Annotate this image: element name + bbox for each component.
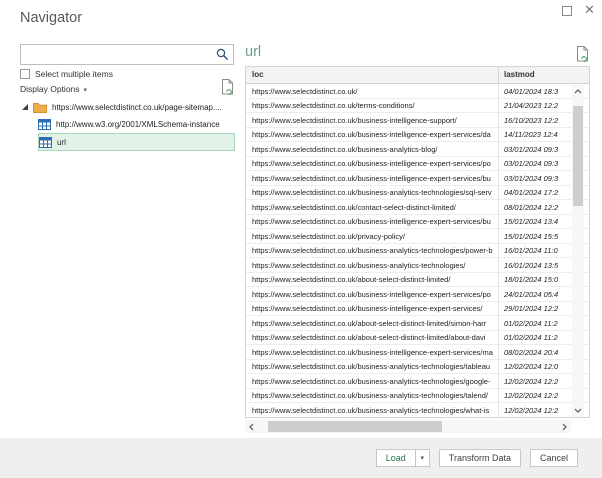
table-row: https://www.selectdistinct.co.uk/busines… (246, 374, 589, 389)
preview-title: url (245, 44, 262, 60)
search-icon[interactable] (216, 48, 229, 61)
loc-cell: https://www.selectdistinct.co.uk/busines… (246, 171, 499, 185)
loc-cell: https://www.selectdistinct.co.uk/busines… (246, 258, 499, 272)
checkbox-icon[interactable] (20, 69, 30, 79)
maximize-button[interactable] (562, 6, 572, 16)
loc-cell: https://www.selectdistinct.co.uk/contact… (246, 200, 499, 214)
loc-cell: https://www.selectdistinct.co.uk/busines… (246, 243, 499, 257)
table-row: https://www.selectdistinct.co.uk/about-s… (246, 330, 589, 345)
table-header-row: loc lastmod (246, 67, 589, 84)
refresh-icon[interactable] (221, 79, 234, 95)
table-row: https://www.selectdistinct.co.uk/busines… (246, 403, 589, 417)
cancel-button[interactable]: Cancel (529, 449, 578, 467)
vertical-scrollbar[interactable] (572, 85, 584, 417)
scroll-right-icon[interactable] (558, 420, 571, 433)
loc-cell: https://www.selectdistinct.co.uk/busines… (246, 403, 499, 417)
horizontal-scroll-thumb[interactable] (268, 421, 442, 432)
loc-cell: https://www.selectdistinct.co.uk/about-s… (246, 272, 499, 286)
load-dropdown-button[interactable]: ▾ (414, 449, 430, 467)
loc-cell: https://www.selectdistinct.co.uk/privacy… (246, 229, 499, 243)
horizontal-scrollbar[interactable] (245, 420, 571, 433)
tree-item-label: https://www.selectdistinct.co.uk/page-si… (52, 103, 222, 112)
table-row: https://www.selectdistinct.co.uk/busines… (246, 287, 589, 302)
scroll-left-icon[interactable] (245, 420, 258, 433)
loc-cell: https://www.selectdistinct.co.uk/busines… (246, 287, 499, 301)
table-row: https://www.selectdistinct.co.uk/busines… (246, 171, 589, 186)
tree-item-label: http://www.w3.org/2001/XMLSchema-instanc… (56, 120, 220, 129)
scroll-up-icon[interactable] (572, 85, 584, 98)
tree-item-url[interactable]: url (38, 133, 235, 151)
navigation-tree: https://www.selectdistinct.co.uk/page-si… (20, 99, 235, 151)
tree-item-sitemap[interactable]: https://www.selectdistinct.co.uk/page-si… (20, 99, 235, 116)
tree-expand-icon[interactable] (22, 103, 28, 110)
table-row: https://www.selectdistinct.co.uk/busines… (246, 359, 589, 374)
loc-cell: https://www.selectdistinct.co.uk/busines… (246, 345, 499, 359)
table-row: https://www.selectdistinct.co.uk/about-s… (246, 272, 589, 287)
search-box (20, 44, 234, 65)
loc-cell: https://www.selectdistinct.co.uk/busines… (246, 359, 499, 373)
refresh-icon[interactable] (576, 46, 589, 62)
loc-cell: https://www.selectdistinct.co.uk/busines… (246, 113, 499, 127)
loc-cell: https://www.selectdistinct.co.uk/busines… (246, 156, 499, 170)
table-icon (39, 136, 52, 148)
tree-item-xmlschema[interactable]: http://www.w3.org/2001/XMLSchema-instanc… (38, 116, 235, 133)
loc-cell: https://www.selectdistinct.co.uk/busines… (246, 374, 499, 388)
folder-icon (33, 103, 47, 113)
navigator-dialog: ✕ Navigator Select multiple items Displa… (0, 0, 602, 478)
page-title: Navigator (20, 10, 83, 26)
load-button[interactable]: Load (375, 449, 416, 467)
display-options-dropdown[interactable]: Display Options ▾ (20, 84, 87, 94)
table-row: https://www.selectdistinct.co.uk/about-s… (246, 316, 589, 331)
table-row: https://www.selectdistinct.co.uk/busines… (246, 345, 589, 360)
loc-cell: https://www.selectdistinct.co.uk/busines… (246, 185, 499, 199)
select-multiple-checkbox-row[interactable]: Select multiple items (20, 69, 113, 79)
dialog-footer: Load ▾ Transform Data Cancel (0, 438, 602, 478)
table-row: https://www.selectdistinct.co.uk/busines… (246, 214, 589, 229)
select-multiple-label: Select multiple items (35, 69, 113, 79)
table-row: https://www.selectdistinct.co.uk/privacy… (246, 229, 589, 244)
loc-cell: https://www.selectdistinct.co.uk/busines… (246, 301, 499, 315)
loc-cell: https://www.selectdistinct.co.uk/about-s… (246, 316, 499, 330)
table-row: https://www.selectdistinct.co.uk/busines… (246, 258, 589, 273)
loc-cell: https://www.selectdistinct.co.uk/ (246, 84, 499, 98)
tree-item-label: url (57, 137, 66, 147)
loc-cell: https://www.selectdistinct.co.uk/busines… (246, 388, 499, 402)
scroll-down-icon[interactable] (572, 404, 584, 417)
table-row: https://www.selectdistinct.co.uk/busines… (246, 243, 589, 258)
search-input[interactable] (24, 46, 214, 63)
table-row: https://www.selectdistinct.co.uk/04/01/2… (246, 84, 589, 99)
loc-cell: https://www.selectdistinct.co.uk/busines… (246, 127, 499, 141)
table-row: https://www.selectdistinct.co.uk/busines… (246, 185, 589, 200)
table-row: https://www.selectdistinct.co.uk/busines… (246, 113, 589, 128)
load-split-button: Load ▾ (375, 449, 430, 467)
transform-data-button[interactable]: Transform Data (438, 449, 521, 467)
loc-cell: https://www.selectdistinct.co.uk/about-s… (246, 330, 499, 344)
table-row: https://www.selectdistinct.co.uk/busines… (246, 388, 589, 403)
table-row: https://www.selectdistinct.co.uk/busines… (246, 156, 589, 171)
table-icon (38, 119, 51, 130)
column-header-lastmod[interactable]: lastmod (499, 67, 589, 83)
table-row: https://www.selectdistinct.co.uk/contact… (246, 200, 589, 215)
loc-cell: https://www.selectdistinct.co.uk/terms-c… (246, 98, 499, 112)
column-header-loc[interactable]: loc (246, 67, 499, 83)
preview-table: loc lastmod https://www.selectdistinct.c… (245, 66, 590, 418)
table-row: https://www.selectdistinct.co.uk/busines… (246, 127, 589, 142)
display-options-label: Display Options (20, 84, 80, 94)
table-row: https://www.selectdistinct.co.uk/busines… (246, 301, 589, 316)
close-icon[interactable]: ✕ (584, 2, 595, 18)
loc-cell: https://www.selectdistinct.co.uk/busines… (246, 142, 499, 156)
preview-table-body: https://www.selectdistinct.co.uk/04/01/2… (246, 84, 589, 417)
chevron-down-icon: ▾ (83, 87, 88, 94)
table-row: https://www.selectdistinct.co.uk/busines… (246, 142, 589, 157)
table-row: https://www.selectdistinct.co.uk/terms-c… (246, 98, 589, 113)
vertical-scroll-thumb[interactable] (573, 106, 583, 206)
loc-cell: https://www.selectdistinct.co.uk/busines… (246, 214, 499, 228)
